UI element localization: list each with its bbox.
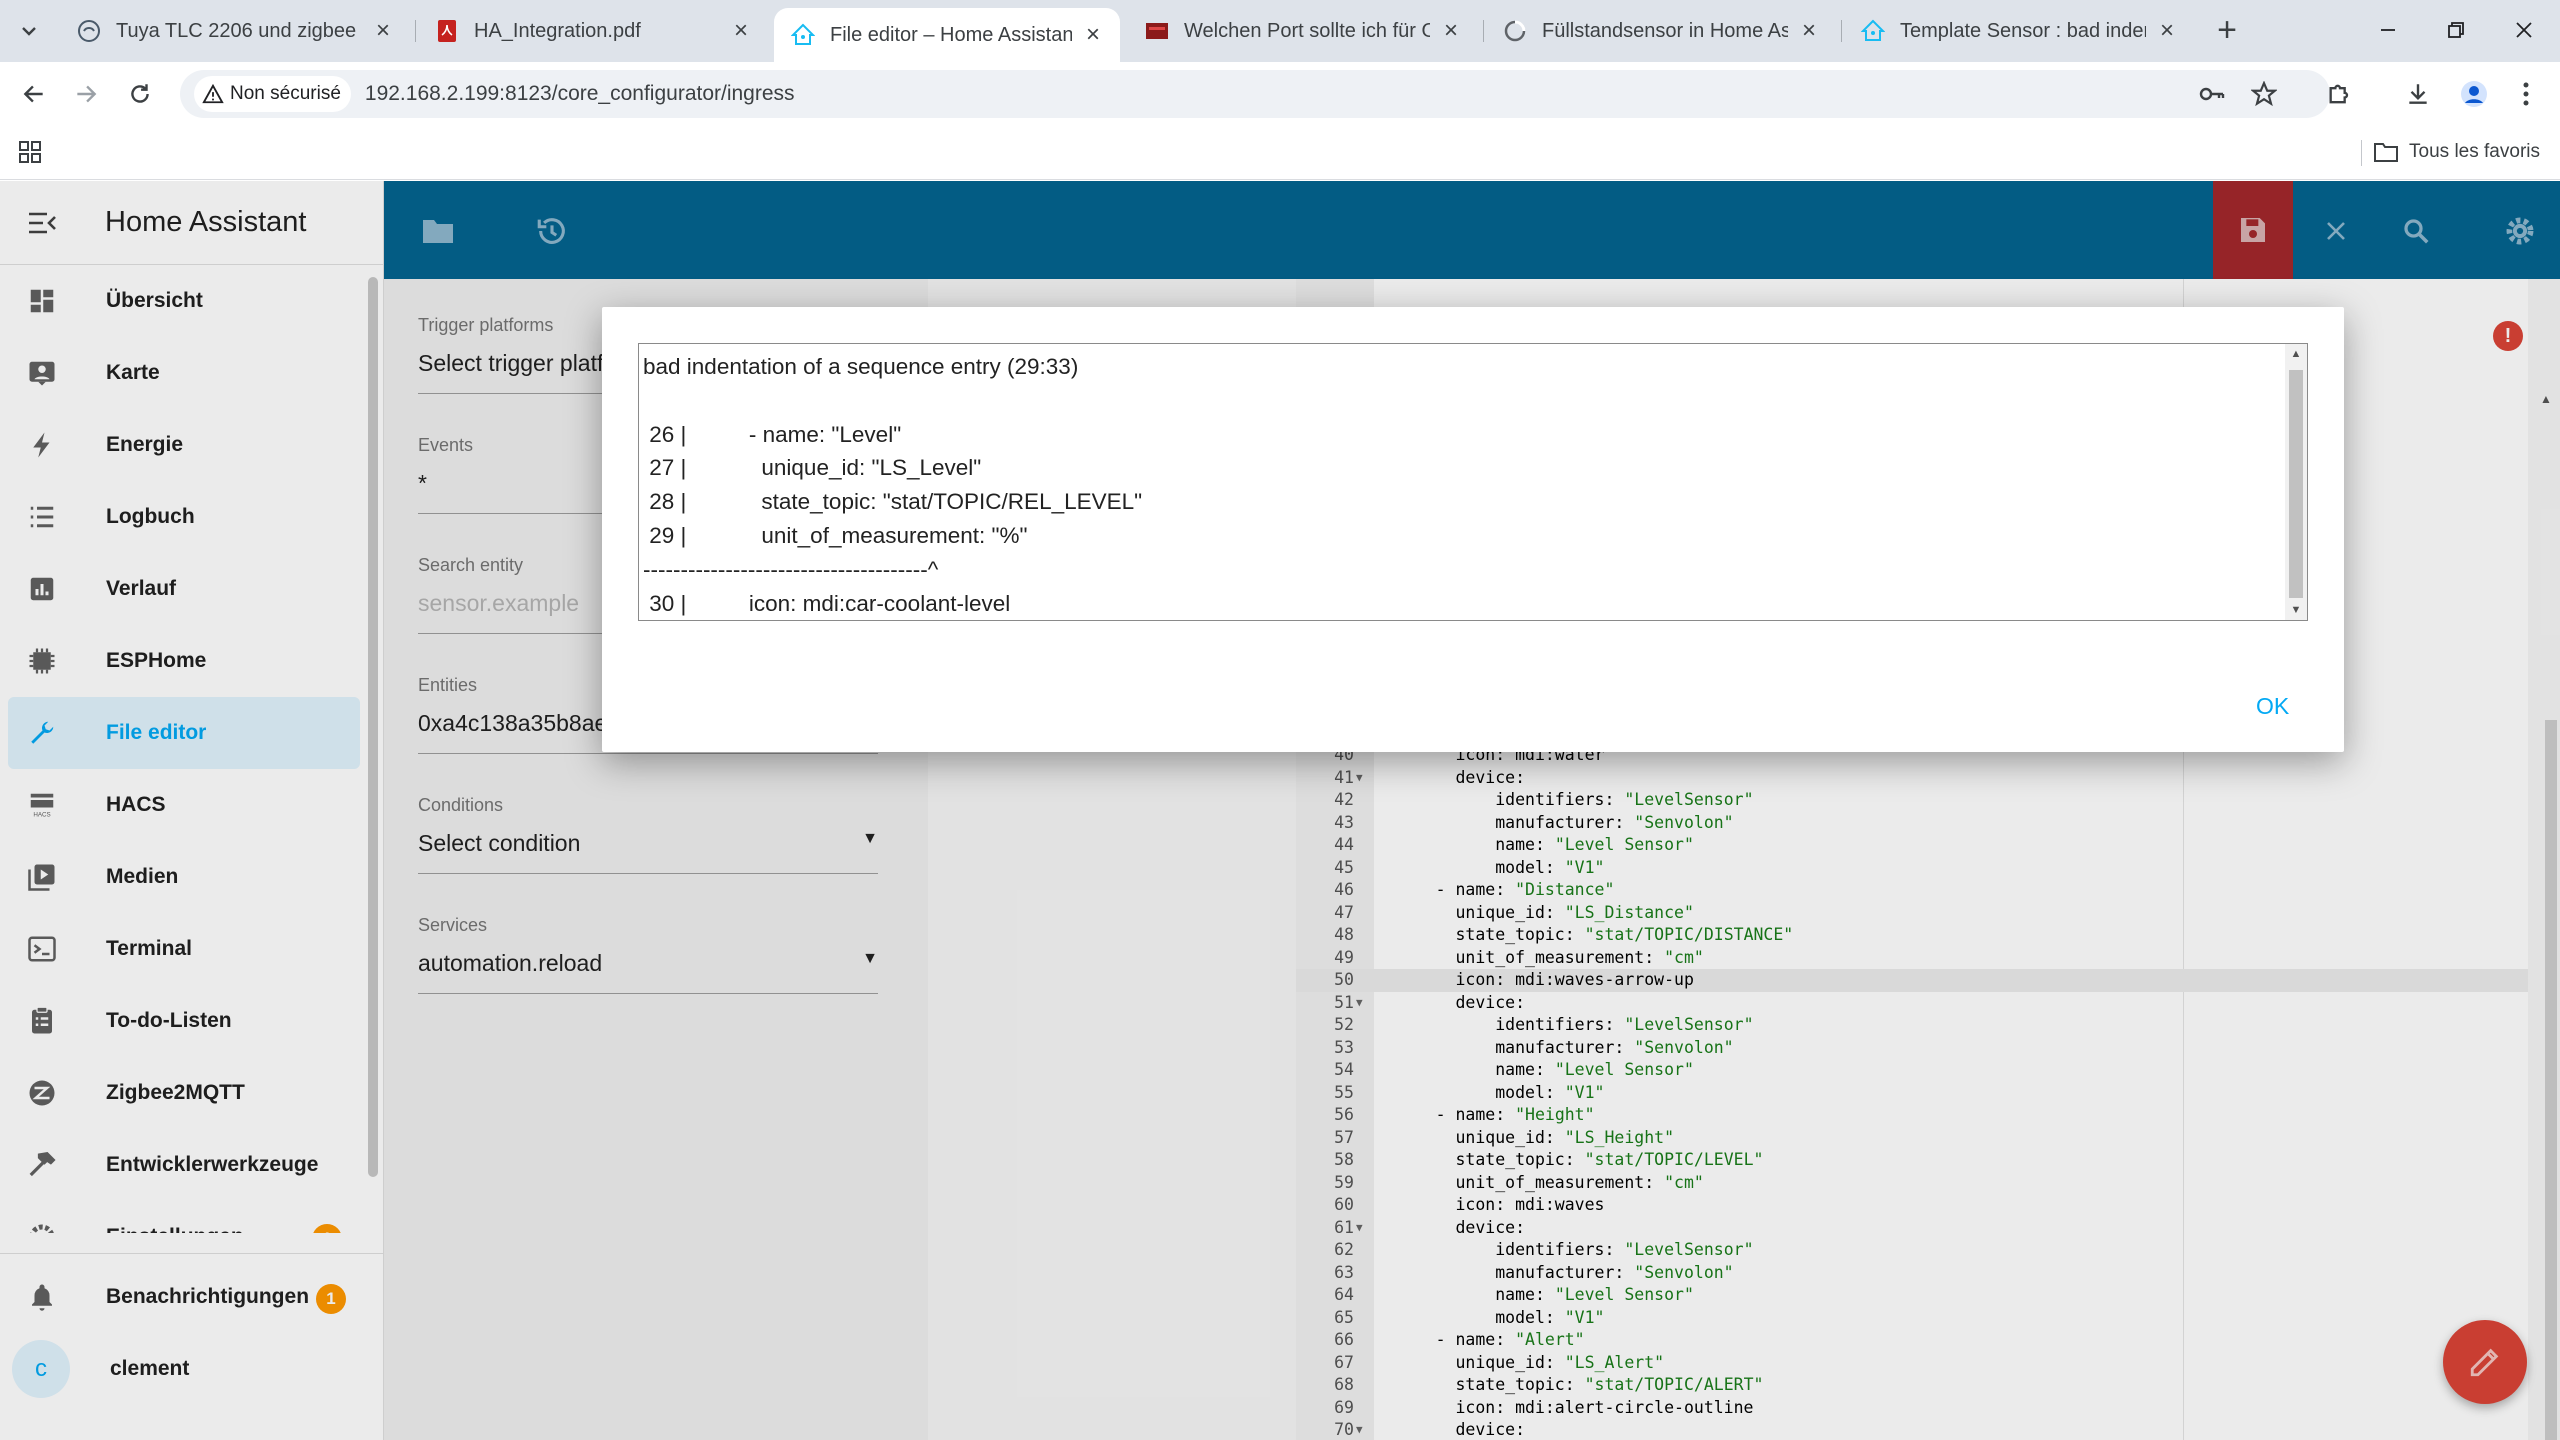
password-key-button[interactable] bbox=[2192, 74, 2232, 114]
all-bookmarks-label: Tous les favoris bbox=[2409, 141, 2540, 162]
close-icon[interactable]: × bbox=[730, 19, 752, 43]
scrollbar-thumb[interactable] bbox=[2289, 370, 2303, 598]
security-label: Non sécurisé bbox=[230, 83, 341, 104]
all-bookmarks-button[interactable]: Tous les favoris bbox=[2373, 136, 2540, 168]
profile-button[interactable] bbox=[2454, 74, 2494, 114]
bookmarks-separator bbox=[2361, 140, 2362, 166]
loading-icon bbox=[1502, 18, 1528, 44]
close-icon[interactable]: × bbox=[372, 19, 394, 43]
restore-icon bbox=[2448, 22, 2464, 38]
home-assistant-community-icon bbox=[76, 18, 102, 44]
tab-separator bbox=[1483, 20, 1484, 42]
apps-grid-icon bbox=[19, 141, 41, 163]
bookmarks-bar: Tous les favoris bbox=[0, 126, 2560, 180]
minimize-button[interactable] bbox=[2358, 10, 2418, 50]
reload-button[interactable] bbox=[120, 74, 160, 114]
tab-title: HA_Integration.pdf bbox=[474, 19, 641, 42]
security-chip[interactable]: Non sécurisé bbox=[194, 76, 351, 112]
menu-button[interactable] bbox=[2506, 74, 2546, 114]
profile-icon bbox=[2461, 81, 2487, 107]
tab-separator bbox=[415, 20, 416, 42]
extensions-button[interactable] bbox=[2320, 74, 2360, 114]
tab-separator bbox=[1841, 20, 1842, 42]
tab-search-button[interactable] bbox=[12, 14, 46, 48]
arrow-left-icon bbox=[23, 85, 43, 103]
pdf-icon bbox=[434, 18, 460, 44]
message-scrollbar[interactable]: ▲ ▼ bbox=[2285, 344, 2307, 620]
address-bar[interactable]: Non sécurisé 192.168.2.199:8123/core_con… bbox=[180, 70, 2330, 118]
browser-toolbar: Non sécurisé 192.168.2.199:8123/core_con… bbox=[0, 62, 2560, 126]
tab-title: Template Sensor : bad indentati bbox=[1900, 19, 2146, 42]
star-icon bbox=[2251, 81, 2277, 107]
error-message-box[interactable]: bad indentation of a sequence entry (29:… bbox=[638, 343, 2308, 621]
back-button[interactable] bbox=[14, 74, 54, 114]
tab-title: File editor – Home Assistant bbox=[830, 23, 1072, 46]
browser-tab[interactable]: Tuya TLC 2206 und zigbee - Allg × bbox=[60, 10, 410, 52]
folder-icon bbox=[2374, 143, 2399, 162]
more-vertical-icon bbox=[2523, 82, 2529, 106]
bookmark-star-button[interactable] bbox=[2244, 74, 2284, 114]
tab-title: Tuya TLC 2206 und zigbee - Allg bbox=[116, 19, 362, 42]
chevron-down-icon bbox=[22, 27, 36, 36]
scroll-up-arrow-icon[interactable]: ▲ bbox=[2285, 348, 2307, 360]
arrow-right-icon bbox=[77, 85, 97, 103]
url-text[interactable]: 192.168.2.199:8123/core_configurator/ing… bbox=[365, 82, 795, 106]
minimize-icon bbox=[2381, 29, 2395, 31]
close-icon bbox=[2516, 22, 2532, 38]
close-window-button[interactable] bbox=[2494, 10, 2554, 50]
restore-button[interactable] bbox=[2426, 10, 2486, 50]
new-tab-button[interactable]: + bbox=[2208, 12, 2246, 50]
error-dialog: bad indentation of a sequence entry (29:… bbox=[602, 307, 2344, 752]
browser-tab[interactable]: Welchen Port sollte ich für ONV × bbox=[1128, 10, 1478, 52]
browser-tab[interactable]: HA_Integration.pdf × bbox=[418, 10, 768, 52]
browser-tab-active[interactable]: File editor – Home Assistant × bbox=[774, 8, 1120, 62]
close-icon[interactable]: × bbox=[2156, 19, 2178, 43]
reload-icon bbox=[131, 84, 149, 103]
browser-tab-strip: Tuya TLC 2206 und zigbee - Allg × HA_Int… bbox=[0, 0, 2560, 62]
tab-title: Welchen Port sollte ich für ONV bbox=[1184, 19, 1430, 42]
scroll-down-arrow-icon[interactable]: ▼ bbox=[2285, 604, 2307, 616]
browser-tab[interactable]: Füllstandsensor in Home Assist × bbox=[1486, 10, 1836, 52]
tab-title: Füllstandsensor in Home Assist bbox=[1542, 19, 1788, 42]
forward-button[interactable] bbox=[66, 74, 106, 114]
puzzle-icon bbox=[2329, 84, 2349, 104]
downloads-button[interactable] bbox=[2398, 74, 2438, 114]
close-icon[interactable]: × bbox=[1798, 19, 1820, 43]
close-icon[interactable]: × bbox=[1082, 23, 1104, 47]
close-icon[interactable]: × bbox=[1440, 19, 1462, 43]
download-icon bbox=[2409, 84, 2427, 104]
warning-icon bbox=[202, 83, 224, 104]
forum-icon bbox=[1144, 18, 1170, 44]
browser-tab[interactable]: Template Sensor : bad indentati × bbox=[1844, 10, 2194, 52]
home-assistant-icon bbox=[1860, 18, 1886, 44]
ok-button[interactable]: OK bbox=[2256, 693, 2289, 720]
home-assistant-icon bbox=[790, 22, 816, 48]
error-message: bad indentation of a sequence entry (29:… bbox=[643, 354, 1143, 616]
apps-button[interactable] bbox=[14, 136, 46, 168]
key-icon bbox=[2199, 87, 2225, 101]
